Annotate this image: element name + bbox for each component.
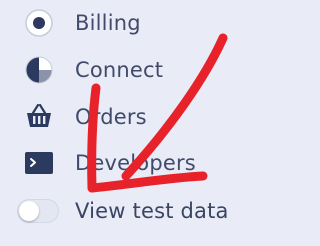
sidebar-item-label: Orders: [75, 105, 147, 129]
view-test-data-toggle[interactable]: [17, 199, 59, 223]
view-test-data-label: View test data: [75, 199, 229, 223]
sidebar-item-developers[interactable]: Developers: [0, 143, 240, 183]
sidebar-item-billing[interactable]: Billing: [0, 3, 240, 43]
sidebar-menu: Billing Connect Orders Developers View t…: [0, 0, 260, 246]
sidebar-item-connect[interactable]: Connect: [0, 50, 240, 90]
sidebar-item-orders[interactable]: Orders: [0, 97, 240, 137]
billing-icon: [25, 9, 53, 37]
orders-basket-icon: [27, 103, 51, 127]
developers-terminal-icon: [25, 152, 53, 174]
sidebar-item-label: Developers: [75, 151, 196, 175]
sidebar-item-label: Connect: [75, 58, 164, 82]
toggle-knob: [19, 201, 39, 221]
sidebar-item-label: Billing: [75, 11, 141, 35]
connect-icon: [25, 56, 53, 84]
view-test-data-toggle-row[interactable]: View test data: [0, 191, 240, 231]
